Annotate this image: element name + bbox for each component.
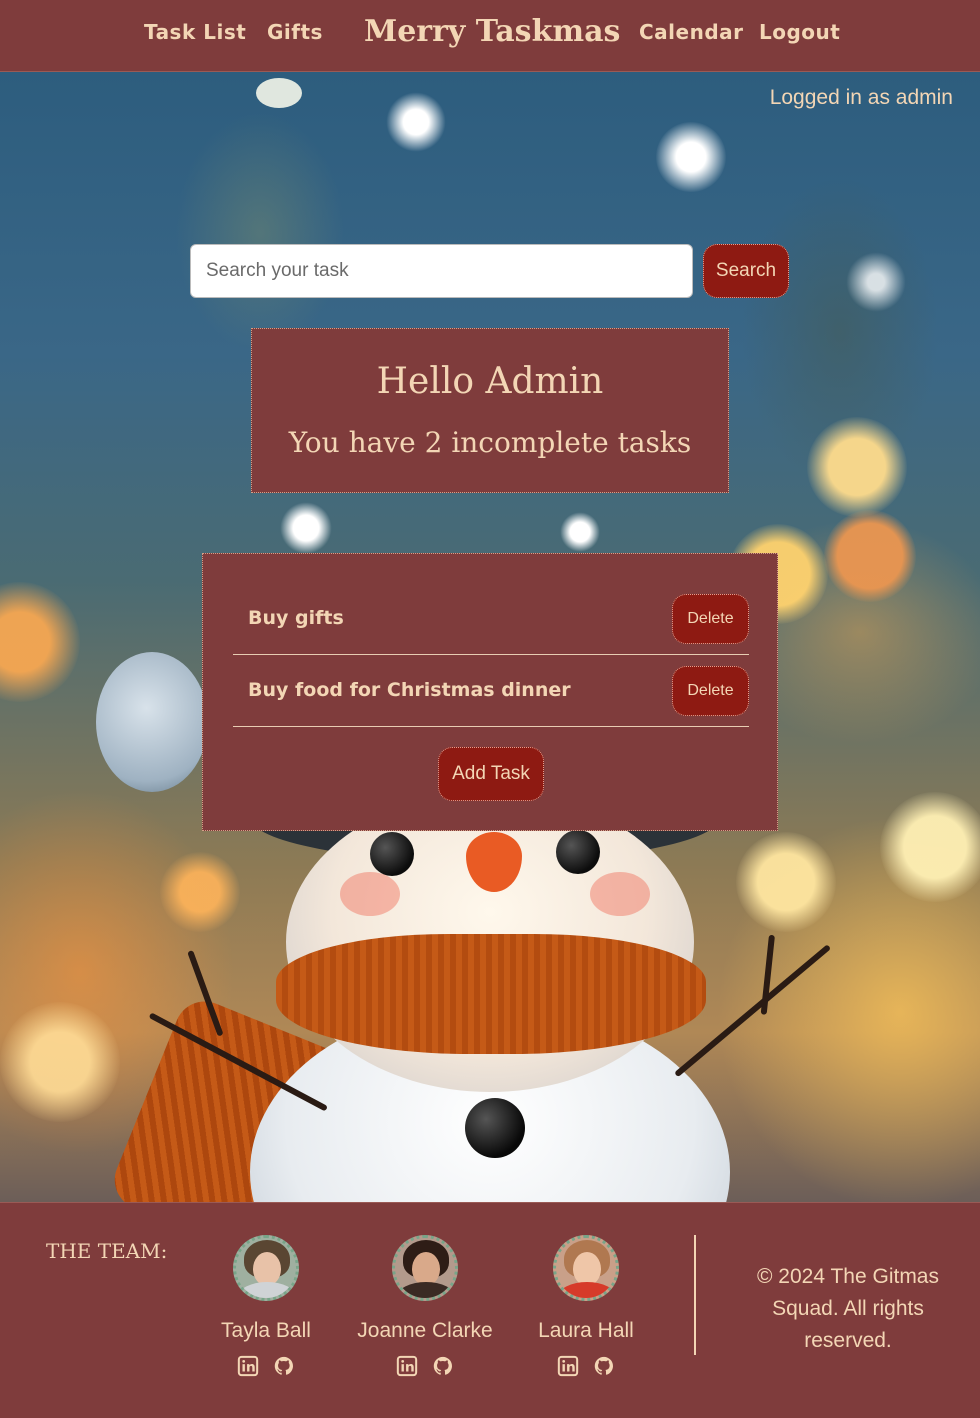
greeting-card: Hello Admin You have 2 incomplete tasks <box>251 328 729 493</box>
bokeh-light <box>736 832 836 932</box>
snowman-cheek <box>590 872 650 916</box>
bokeh-light <box>0 582 80 702</box>
github-icon[interactable] <box>593 1355 615 1377</box>
github-icon[interactable] <box>273 1355 295 1377</box>
bokeh-light <box>160 852 240 932</box>
member-name: Joanne Clarke <box>357 1319 493 1342</box>
linkedin-icon[interactable] <box>237 1355 259 1377</box>
snowman-right-arm-twig <box>760 934 775 1015</box>
nav-link-gifts[interactable]: Gifts <box>267 20 323 44</box>
task-name[interactable]: Buy food for Christmas dinner <box>248 679 571 701</box>
delete-task-button[interactable]: Delete <box>672 666 749 716</box>
top-nav: Task List Gifts Merry Taskmas Calendar L… <box>0 0 980 72</box>
task-list-panel: Buy gifts Delete Buy food for Christmas … <box>202 553 778 831</box>
bokeh-light <box>846 252 906 312</box>
task-name[interactable]: Buy gifts <box>248 607 344 629</box>
footer: THE TEAM: Tayla Ball Joanne Clarke Laura… <box>0 1202 980 1418</box>
snowman-cheek <box>340 872 400 916</box>
search-input[interactable] <box>190 244 693 298</box>
copyright-text: © 2024 The Gitmas Squad. All rights rese… <box>756 1265 939 1352</box>
bokeh-light <box>560 512 600 552</box>
github-icon[interactable] <box>432 1355 454 1377</box>
incomplete-tasks-count: You have 2 incomplete tasks <box>288 426 692 459</box>
team-member: Tayla Ball <box>186 1235 346 1377</box>
footer-divider <box>694 1235 696 1355</box>
nav-link-task-list[interactable]: Task List <box>144 20 246 44</box>
greeting-title: Hello Admin <box>376 361 604 402</box>
brand-title[interactable]: Merry Taskmas <box>364 14 620 49</box>
delete-task-button[interactable]: Delete <box>672 594 749 644</box>
team-label: THE TEAM: <box>46 1239 168 1263</box>
bokeh-light <box>824 510 916 602</box>
bokeh-light <box>280 502 332 554</box>
linkedin-icon[interactable] <box>396 1355 418 1377</box>
bokeh-light <box>807 417 907 517</box>
nav-link-logout[interactable]: Logout <box>759 20 840 44</box>
nav-link-calendar[interactable]: Calendar <box>639 20 744 44</box>
member-name: Tayla Ball <box>221 1319 311 1342</box>
avatar <box>392 1235 458 1301</box>
member-name: Laura Hall <box>538 1319 634 1342</box>
bokeh-light <box>0 1002 120 1122</box>
linkedin-icon[interactable] <box>557 1355 579 1377</box>
snowman-scarf <box>276 934 706 1054</box>
snowman-right-eye <box>556 830 600 874</box>
avatar <box>233 1235 299 1301</box>
avatar <box>553 1235 619 1301</box>
task-row: Buy gifts Delete <box>233 583 749 655</box>
team-member: Joanne Clarke <box>345 1235 505 1377</box>
bokeh-light <box>386 92 446 152</box>
team-member: Laura Hall <box>506 1235 666 1377</box>
search-button[interactable]: Search <box>703 244 789 298</box>
bokeh-light <box>656 122 726 192</box>
bokeh-light <box>256 78 302 108</box>
task-row: Buy food for Christmas dinner Delete <box>233 655 749 727</box>
snowman-button <box>465 1098 525 1158</box>
login-status: Logged in as admin <box>769 86 953 109</box>
bokeh-light <box>880 792 980 902</box>
snowman-earmuff <box>96 652 208 792</box>
add-task-button[interactable]: Add Task <box>438 747 544 801</box>
